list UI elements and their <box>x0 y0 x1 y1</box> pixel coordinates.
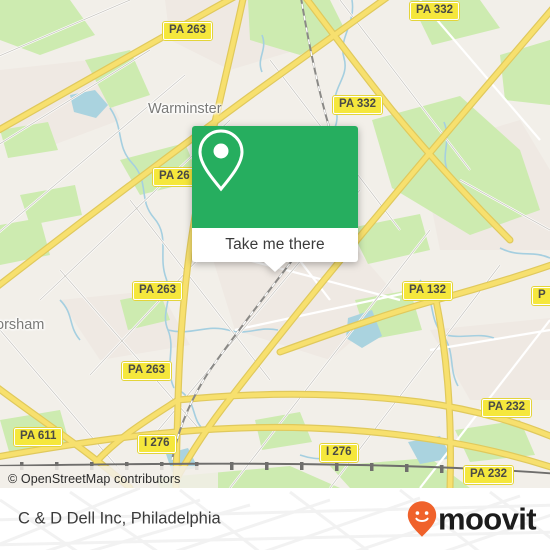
location-popup-card[interactable]: Take me there <box>192 126 358 272</box>
moovit-map-screen: Warminster orsham PA 263 PA 332 PA 332 P… <box>0 0 550 550</box>
popup-header <box>192 126 358 228</box>
road-shield-pa-263-north[interactable]: PA 263 <box>161 21 214 41</box>
road-shield-pa-132[interactable]: PA 132 <box>401 281 454 301</box>
road-shield-pa-263-mid[interactable]: PA 263 <box>131 281 184 301</box>
place-label-horsham: orsham <box>0 317 45 333</box>
moovit-smiley-pin-icon <box>407 501 437 537</box>
popup-footer[interactable]: Take me there <box>192 228 358 272</box>
map-canvas[interactable]: Warminster orsham PA 263 PA 332 PA 332 P… <box>0 0 550 488</box>
road-shield-pa-332-mid[interactable]: PA 332 <box>331 95 384 115</box>
road-shield-pa-232-south[interactable]: PA 232 <box>462 465 515 485</box>
take-me-there-label: Take me there <box>225 236 325 253</box>
footer-location-title: C & D Dell Inc, Philadelphia <box>18 509 221 528</box>
road-shield-pa-611[interactable]: PA 611 <box>12 427 64 447</box>
place-label-warminster: Warminster <box>148 101 222 117</box>
map-pin-icon <box>198 129 244 192</box>
popup-tail-pointer <box>264 262 286 272</box>
road-shield-pa-232-east[interactable]: PA 232 <box>480 398 533 418</box>
moovit-wordmark: moovit <box>437 501 537 537</box>
road-shield-i-276-west[interactable]: I 276 <box>137 434 177 454</box>
moovit-brand-logo[interactable]: moovit <box>407 501 537 538</box>
map-attribution[interactable]: © OpenStreetMap contributors <box>8 472 181 486</box>
road-shield-i-276-east[interactable]: I 276 <box>319 443 359 463</box>
footer-bar: C & D Dell Inc, Philadelphia moovit <box>0 488 550 550</box>
road-shield-pa-26-clipped[interactable]: PA 26 <box>152 167 197 187</box>
road-shield-pa-332-top[interactable]: PA 332 <box>408 1 461 21</box>
road-shield-pa-263-south[interactable]: PA 263 <box>120 361 173 381</box>
road-shield-clipped-right[interactable]: P <box>531 286 550 306</box>
